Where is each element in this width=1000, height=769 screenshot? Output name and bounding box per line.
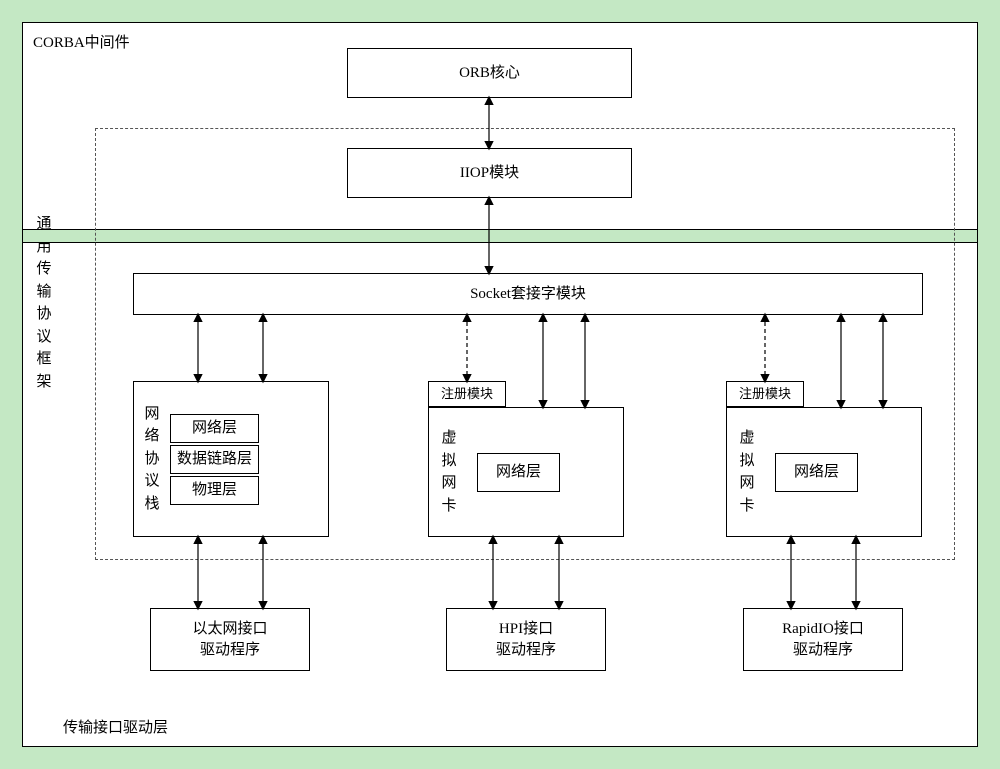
iiop-box: IIOP模块 [347,148,632,198]
vnic2-layers: 网络层 [775,451,858,494]
vnic1-label: 虚拟网卡 [441,427,457,517]
socket-text: Socket套接字模块 [470,284,586,305]
iiop-text: IIOP模块 [460,163,519,184]
vnic1-box: 虚拟网卡 网络层 [428,407,624,537]
eth-driver-box: 以太网接口 驱动程序 [150,608,310,671]
vnic2-box: 虚拟网卡 网络层 [726,407,922,537]
orb-core-text: ORB核心 [459,63,520,84]
diagram-frame: CORBA中间件 通用传输协议框架 ORB核心 IIOP模块 Socket套接字… [22,22,978,747]
phys-layer-box: 物理层 [170,476,259,505]
socket-box: Socket套接字模块 [133,273,923,315]
reg-module-2: 注册模块 [726,381,804,407]
network-stack-box: 网络协议栈 网络层 数据链路层 物理层 [133,381,329,537]
rio-driver-box: RapidIO接口 驱动程序 [743,608,903,671]
network-stack-layers: 网络层 数据链路层 物理层 [170,412,259,507]
reg-module-1: 注册模块 [428,381,506,407]
driver-layer-label: 传输接口驱动层 [63,716,168,737]
orb-core-box: ORB核心 [347,48,632,98]
network-stack-label: 网络协议栈 [144,403,160,516]
vnic1-net-layer: 网络层 [477,453,560,492]
hpi-driver-box: HPI接口 驱动程序 [446,608,606,671]
vnic2-net-layer: 网络层 [775,453,858,492]
vnic2-label: 虚拟网卡 [739,427,755,517]
corba-label: CORBA中间件 [33,31,130,52]
datalink-layer-box: 数据链路层 [170,445,259,474]
vnic1-layers: 网络层 [477,451,560,494]
net-layer-box: 网络层 [170,414,259,443]
